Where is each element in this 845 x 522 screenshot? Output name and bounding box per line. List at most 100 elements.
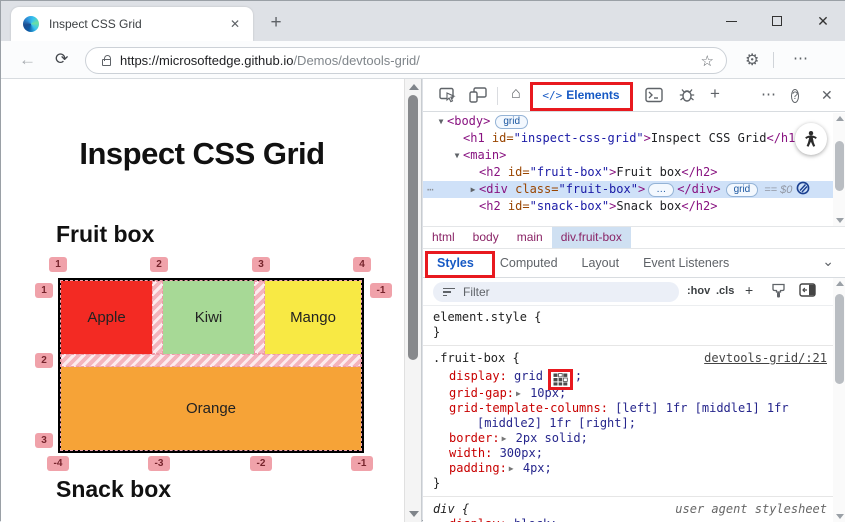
class-toggle[interactable]: .cls [716, 285, 734, 297]
expand-arrow-icon[interactable]: ▶ [516, 386, 521, 401]
tag-token: > [637, 182, 646, 196]
page-content: Inspect CSS Grid Fruit box 1 2 3 4 1 2 3… [1, 79, 422, 522]
browser-toolbar: ← ⟳ https://microsoftedge.github.io/Demo… [1, 41, 845, 79]
collapse-arrow-icon[interactable]: ▼ [435, 113, 447, 130]
scroll-down-icon[interactable] [836, 514, 844, 519]
close-window-button[interactable]: ✕ [800, 1, 845, 41]
tab-close-icon[interactable]: ✕ [225, 15, 245, 33]
sidebar-toggle-icon[interactable] [799, 283, 816, 302]
browser-menu-icon[interactable]: ⋯ [793, 49, 809, 67]
home-icon[interactable]: ⌂ [511, 85, 521, 103]
dom-node-body[interactable]: ▼ <body> grid [423, 113, 845, 130]
gutter-dots-icon[interactable]: ⋯ [427, 181, 435, 198]
rendering-brush-icon[interactable] [771, 283, 786, 304]
new-tab-button[interactable]: + [263, 11, 289, 37]
bug-icon[interactable] [678, 86, 696, 108]
pseudo-hover-toggle[interactable]: :hov [687, 285, 710, 297]
css-prop-padding[interactable]: padding: ▶ 4px; [433, 461, 833, 476]
new-style-rule-button[interactable]: + [745, 282, 753, 298]
fruit-box-rule-selector[interactable]: .fruit-box {devtools-grid/:21 [433, 351, 833, 366]
attr-value-token: "snack-box" [529, 199, 610, 213]
grid-badge[interactable]: grid [725, 183, 759, 197]
dom-node-main[interactable]: ▼ <main> [423, 147, 845, 164]
property-value: 2px solid; [508, 431, 588, 445]
styles-scrollbar[interactable] [833, 278, 845, 522]
styles-scrollbar-thumb[interactable] [835, 294, 844, 384]
help-icon[interactable]: ? [791, 86, 800, 104]
url-text[interactable]: https://microsoftedge.github.io/Demos/de… [120, 53, 693, 68]
accessibility-person-button[interactable] [795, 123, 827, 155]
tab-styles[interactable]: Styles [423, 256, 488, 270]
back-button[interactable]: ← [19, 50, 36, 70]
grid-adorner-icon[interactable] [553, 373, 568, 386]
device-toolbar-icon[interactable] [469, 87, 487, 108]
grid-line-badge: -1 [370, 283, 392, 298]
element-style-rule[interactable]: element.style { [433, 310, 833, 325]
css-prop-display[interactable]: display: grid; [433, 366, 833, 390]
css-prop-grid-gap[interactable]: grid-gap: ▶ 10px; [433, 386, 833, 401]
dom-node-h2-fruit[interactable]: <h2 id="fruit-box">Fruit box</h2> [423, 164, 845, 181]
console-icon[interactable] [645, 87, 663, 108]
scroll-down-icon[interactable] [409, 511, 419, 517]
more-tabs-button[interactable]: + [710, 84, 720, 104]
tag-token: </h2> [681, 199, 718, 213]
grid-badge[interactable]: grid [495, 115, 529, 129]
grid-line-badge: 2 [35, 353, 53, 368]
dom-node-h2-snack[interactable]: <h2 id="snack-box">Snack box</h2> [423, 198, 845, 215]
closing-brace: } [433, 325, 833, 340]
css-prop-width[interactable]: width: 300px; [433, 446, 833, 461]
ellipsis-badge[interactable]: … [648, 183, 675, 197]
breadcrumb-html[interactable]: html [423, 227, 464, 248]
breadcrumb-div-fruit-box[interactable]: div.fruit-box [551, 227, 631, 248]
collapse-arrow-icon[interactable]: ▼ [451, 147, 463, 164]
dom-node-div-fruit-box-selected[interactable]: ⋯ ▶ <div class="fruit-box">… </div> grid == $… [423, 181, 845, 198]
scroll-up-icon[interactable] [836, 281, 844, 286]
close-devtools-icon[interactable]: ✕ [821, 87, 833, 104]
css-prop-border[interactable]: border: ▶ 2px solid; [433, 431, 833, 446]
favorite-star-icon[interactable]: ☆ [701, 52, 714, 70]
page-scrollbar-thumb[interactable] [408, 95, 418, 360]
dom-node-h1[interactable]: <h1 id="inspect-css-grid">Inspect CSS Gr… [423, 130, 845, 147]
chevron-down-icon[interactable]: ⌄ [822, 253, 834, 270]
scroll-up-icon[interactable] [836, 116, 844, 121]
address-bar[interactable]: https://microsoftedge.github.io/Demos/de… [85, 47, 727, 74]
expand-arrow-icon[interactable]: ▶ [502, 431, 507, 446]
dom-scrollbar-thumb[interactable] [835, 141, 844, 191]
grid-cell-orange: Orange [61, 367, 361, 450]
scroll-up-icon[interactable] [409, 84, 419, 90]
stylesheet-source-link[interactable]: devtools-grid/:21 [704, 351, 827, 366]
extensions-icon[interactable]: ⚙ [745, 50, 759, 70]
refresh-button[interactable]: ⟳ [55, 50, 68, 70]
tag-token: > [643, 131, 651, 145]
text-token: Inspect CSS Grid [650, 131, 767, 145]
breadcrumb-main[interactable]: main [508, 227, 552, 248]
tab-event-listeners[interactable]: Event Listeners [631, 256, 741, 270]
expand-arrow-icon[interactable]: ▶ [467, 181, 479, 198]
url-path: /Demos/devtools-grid/ [293, 53, 420, 68]
tab-computed[interactable]: Computed [488, 256, 570, 270]
expand-arrow-icon[interactable]: ▶ [509, 461, 514, 476]
semicolon-token: ; [574, 369, 583, 383]
tab-layout[interactable]: Layout [570, 256, 632, 270]
sidebar-tabs: Styles Computed Layout Event Listeners ⌄ [423, 248, 845, 278]
filter-input[interactable] [463, 285, 633, 299]
css-prop-grid-template-columns[interactable]: grid-template-columns: [left] 1fr [middl… [433, 401, 833, 416]
user-agent-rule-selector[interactable]: div {user agent stylesheet [433, 502, 833, 517]
url-host: https://microsoftedge.github.io [120, 53, 294, 68]
minimize-button[interactable] [708, 1, 754, 41]
scroll-down-icon[interactable] [836, 218, 844, 223]
filter-field[interactable] [433, 282, 679, 302]
browser-tab[interactable]: Inspect CSS Grid ✕ [11, 7, 253, 41]
page-scrollbar[interactable] [404, 79, 421, 522]
text-token: Snack box [616, 199, 682, 213]
grid-line-badge: -4 [47, 456, 69, 471]
devtools-toolbar: ⌂ </> Elements + ⋯ ? ✕ [423, 79, 845, 112]
tab-elements[interactable]: </> Elements [533, 81, 629, 109]
maximize-button[interactable] [754, 1, 800, 41]
minimize-icon [725, 20, 737, 22]
dom-tree-scrollbar[interactable] [833, 113, 845, 226]
breadcrumb-body[interactable]: body [464, 227, 508, 248]
help-glyph: ? [791, 89, 800, 103]
devtools-menu-icon[interactable]: ⋯ [761, 85, 777, 103]
inspect-element-icon[interactable] [439, 87, 457, 108]
